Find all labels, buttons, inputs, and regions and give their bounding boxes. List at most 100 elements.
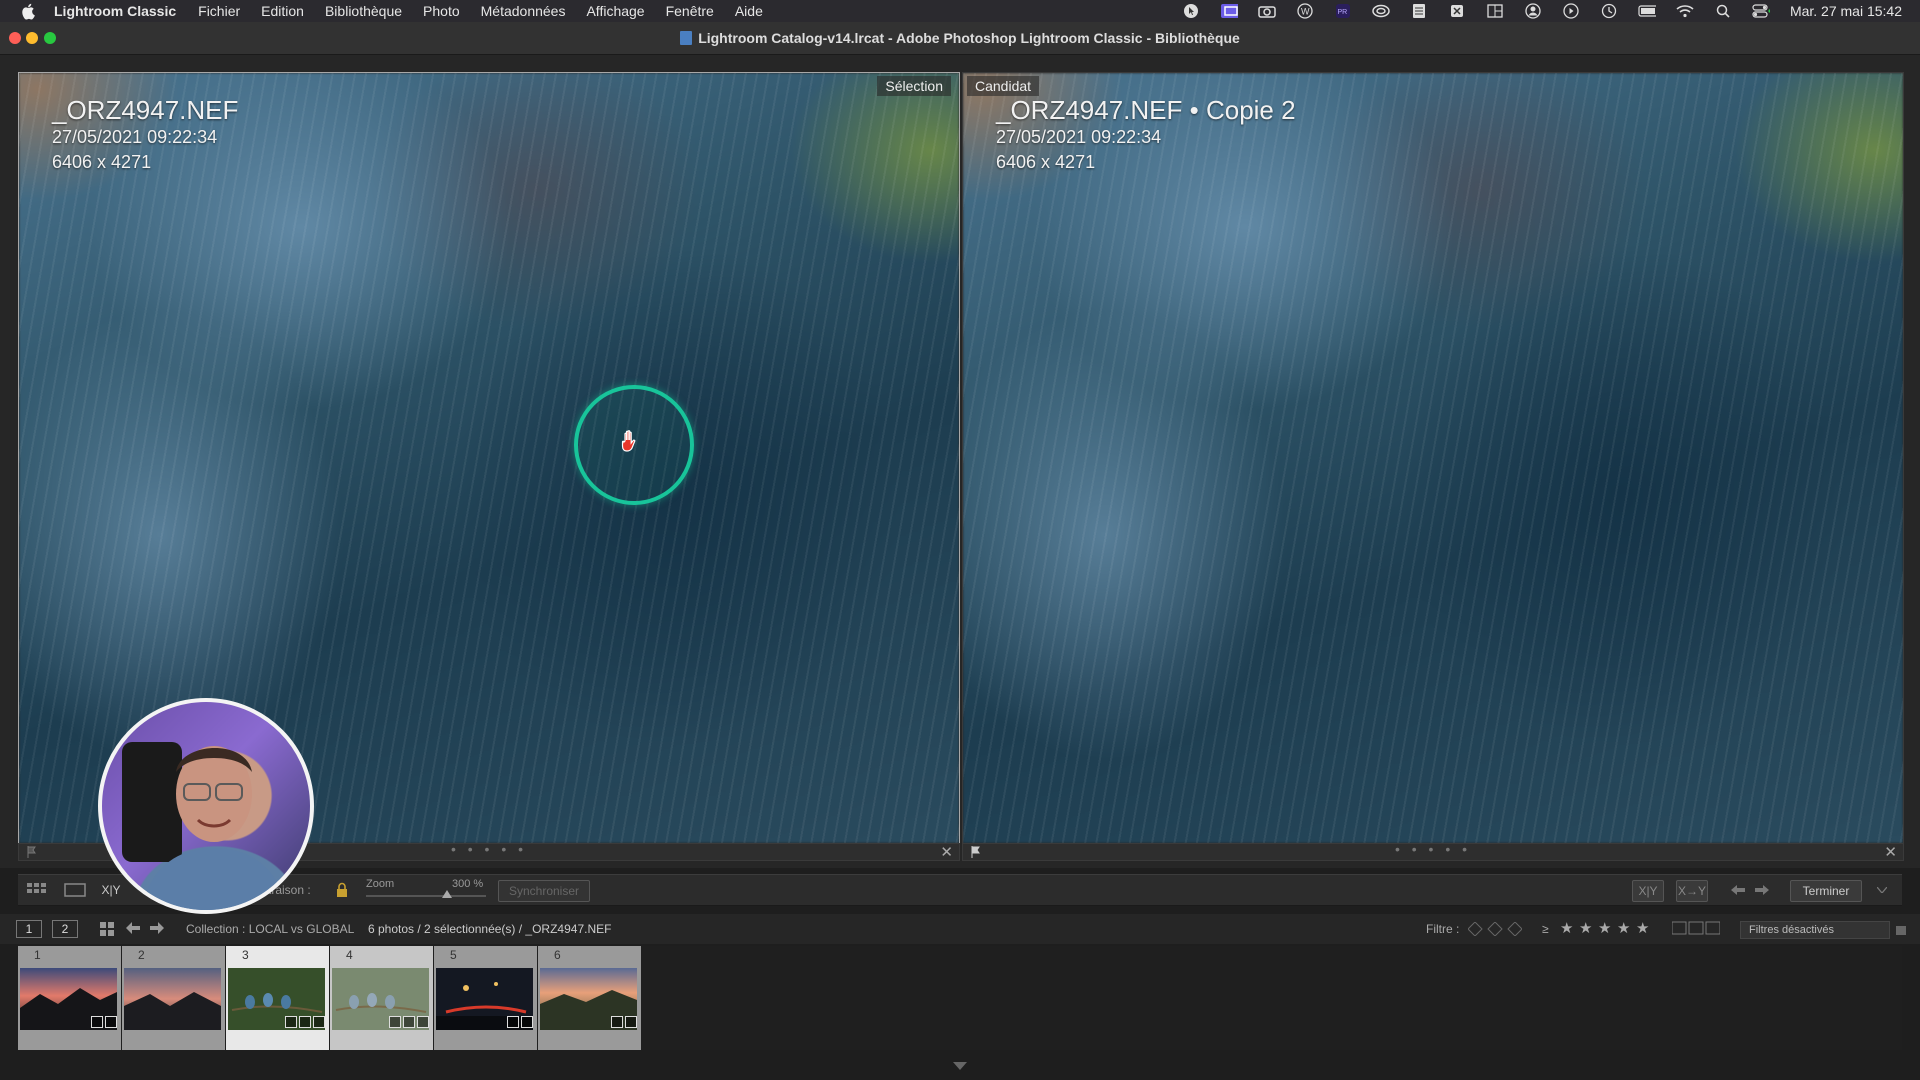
- candidate-datetime: 27/05/2021 09:22:34: [996, 127, 1162, 147]
- filmstrip-cell-3[interactable]: 3: [226, 946, 329, 1050]
- secondary-window-button[interactable]: 2: [52, 920, 78, 938]
- battery-icon[interactable]: [1638, 4, 1656, 18]
- collection-source[interactable]: Collection : LOCAL vs GLOBAL: [186, 922, 354, 936]
- bottom-panel-toggle[interactable]: [0, 1052, 1920, 1080]
- menu-bar: Lightroom Classic Fichier Edition Biblio…: [0, 0, 1920, 22]
- menu-aide[interactable]: Aide: [735, 3, 763, 19]
- flag-icon[interactable]: [27, 846, 37, 858]
- close-selection-button[interactable]: ✕: [940, 843, 953, 861]
- premiere-pro-icon[interactable]: PR: [1334, 4, 1352, 18]
- window-layout-icon[interactable]: [1486, 4, 1504, 18]
- back-arrow-icon[interactable]: [126, 922, 140, 937]
- menubar-clock[interactable]: Mar. 27 mai 15:42: [1790, 3, 1902, 19]
- filmstrip-cell-4[interactable]: 4: [330, 946, 433, 1050]
- menu-edition[interactable]: Edition: [261, 3, 304, 19]
- selection-dimensions: 6406 x 4271: [52, 152, 152, 172]
- badge-icon: [105, 1016, 117, 1028]
- thumbnail-badges: [389, 1016, 429, 1028]
- flag-filter-icon[interactable]: [1467, 921, 1523, 939]
- lock-button[interactable]: [334, 880, 350, 900]
- grid-view-button[interactable]: [24, 880, 54, 900]
- star-3-icon[interactable]: ★: [1598, 919, 1611, 937]
- wifi-icon[interactable]: [1676, 4, 1694, 18]
- menu-photo[interactable]: Photo: [423, 3, 460, 19]
- thumbnail-dusk-mountains[interactable]: [124, 968, 221, 1030]
- grid-icon[interactable]: [100, 922, 114, 939]
- cell-number: 1: [34, 948, 41, 962]
- loupe-view-button[interactable]: [62, 880, 88, 900]
- close-candidate-button[interactable]: ✕: [1884, 843, 1897, 861]
- done-button[interactable]: Terminer: [1790, 880, 1862, 902]
- filter-lock-icon[interactable]: [1896, 921, 1906, 938]
- primary-window-button[interactable]: 1: [16, 920, 42, 938]
- time-machine-icon[interactable]: [1600, 3, 1618, 19]
- filter-label: Filtre :: [1426, 922, 1460, 936]
- window-close-button[interactable]: [9, 32, 21, 44]
- w-badge-icon[interactable]: W: [1296, 3, 1314, 19]
- arrow-left-icon: [1731, 885, 1745, 895]
- window-minimize-button[interactable]: [26, 32, 38, 44]
- make-select-button[interactable]: X→Y: [1676, 880, 1708, 902]
- star-2-icon[interactable]: ★: [1579, 919, 1592, 937]
- previous-photo-button[interactable]: [1730, 880, 1746, 900]
- next-photo-button[interactable]: [1754, 880, 1770, 900]
- compare-view-button[interactable]: X|Y: [96, 880, 126, 900]
- hand-cursor-highlight: [574, 385, 694, 505]
- selection-filename: _ORZ4947.NEF: [52, 95, 239, 125]
- menu-metadonnees[interactable]: Métadonnées: [481, 3, 566, 19]
- svg-text:W: W: [1301, 7, 1310, 17]
- badge-icon: [625, 1016, 637, 1028]
- zoom-slider-knob[interactable]: [442, 890, 452, 898]
- candidate-pane[interactable]: _ORZ4947.NEF • Copie 2 27/05/2021 09:22:…: [962, 72, 1904, 844]
- badge-icon: [389, 1016, 401, 1028]
- compare-view-icon: X|Y: [101, 883, 121, 897]
- candidate-photo-info: _ORZ4947.NEF • Copie 2 27/05/2021 09:22:…: [996, 95, 1296, 175]
- badge-icon: [403, 1016, 415, 1028]
- camera-icon[interactable]: [1258, 4, 1276, 18]
- x-tool-icon[interactable]: [1448, 4, 1466, 18]
- sync-button[interactable]: Synchroniser: [498, 880, 590, 902]
- notes-icon[interactable]: [1410, 4, 1428, 18]
- cell-number: 4: [346, 948, 353, 962]
- menu-fenetre[interactable]: Fenêtre: [666, 3, 714, 19]
- filmstrip-cell-2[interactable]: 2: [122, 946, 225, 1050]
- app-menu[interactable]: Lightroom Classic: [54, 3, 176, 19]
- creative-cloud-icon[interactable]: [1372, 4, 1390, 18]
- filmstrip-cell-6[interactable]: 6: [538, 946, 641, 1050]
- flag-icon[interactable]: [971, 846, 981, 858]
- cell-number: 5: [450, 948, 457, 962]
- star-1-icon[interactable]: ★: [1560, 919, 1573, 937]
- filmstrip-cell-1[interactable]: 1: [18, 946, 121, 1050]
- play-icon[interactable]: [1562, 3, 1580, 19]
- rating-operator[interactable]: ≥: [1542, 922, 1549, 936]
- grid-view-icon: [27, 883, 46, 893]
- arrow-right-icon: [1755, 885, 1769, 895]
- forward-arrow-icon[interactable]: [150, 922, 164, 937]
- search-icon[interactable]: [1714, 4, 1732, 18]
- menu-fichier[interactable]: Fichier: [198, 3, 240, 19]
- toolbar-menu-button[interactable]: [1874, 880, 1890, 900]
- menu-bibliotheque[interactable]: Bibliothèque: [325, 3, 402, 19]
- badge-icon: [521, 1016, 533, 1028]
- cursor-app-icon[interactable]: [1182, 4, 1200, 18]
- star-4-icon[interactable]: ★: [1617, 919, 1630, 937]
- color-label-filter-icon[interactable]: [1671, 921, 1721, 938]
- filter-preset-select[interactable]: Filtres désactivés: [1740, 921, 1890, 939]
- window-maximize-button[interactable]: [44, 32, 56, 44]
- filmstrip-cell-5[interactable]: 5: [434, 946, 537, 1050]
- badge-icon: [611, 1016, 623, 1028]
- swap-button[interactable]: X|Y: [1632, 880, 1664, 902]
- chevron-down-icon[interactable]: [953, 1062, 967, 1070]
- zoom-slider-track[interactable]: [366, 895, 486, 897]
- photo-count[interactable]: 6 photos / 2 sélectionnée(s) / _ORZ4947.…: [368, 922, 611, 936]
- candidate-pane-footer: • • • • • ✕: [962, 841, 1904, 861]
- control-center-icon[interactable]: [1752, 4, 1770, 18]
- badge-icon: [299, 1016, 311, 1028]
- menu-affichage[interactable]: Affichage: [586, 3, 644, 19]
- user-account-icon[interactable]: [1524, 3, 1542, 19]
- webcam-overlay: [98, 698, 314, 914]
- star-5-icon[interactable]: ★: [1636, 919, 1649, 937]
- screen-recording-icon[interactable]: [1220, 4, 1238, 18]
- badge-icon: [417, 1016, 429, 1028]
- apple-icon[interactable]: [20, 2, 38, 20]
